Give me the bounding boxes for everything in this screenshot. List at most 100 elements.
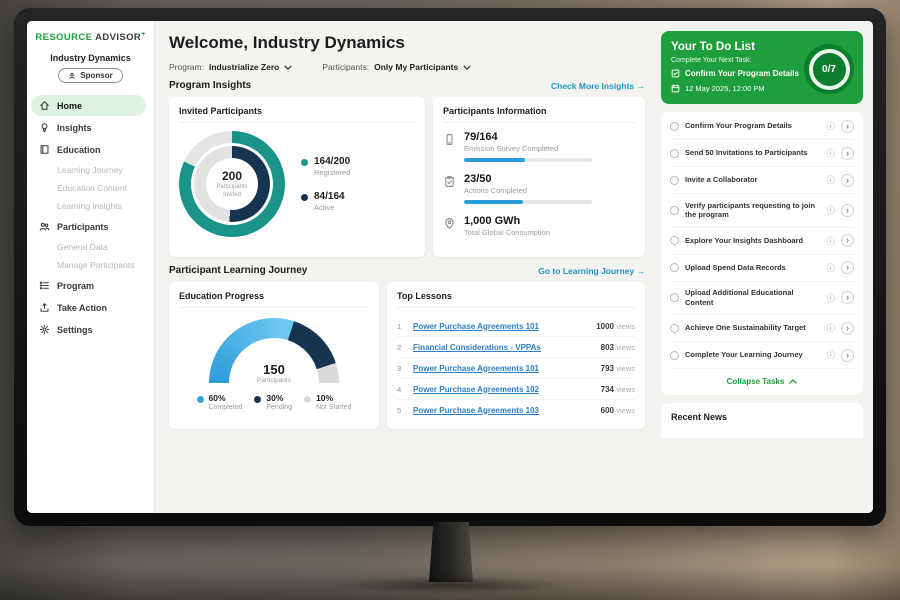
lesson-link[interactable]: Power Purchase Agreements 102 [413, 385, 593, 394]
chevron-right-icon[interactable]: › [841, 291, 854, 304]
task-checkbox[interactable] [670, 176, 679, 185]
stat-global-consumption: 1,000 GWh Total Global Consumption [443, 215, 635, 237]
task-row[interactable]: Upload Spend Data Records ⓘ › [670, 255, 854, 282]
task-checkbox[interactable] [670, 351, 679, 360]
emission-survey-progress-bar [464, 158, 592, 162]
sidebar: RESOURCE ADVISOR+ Industry Dynamics Spon… [27, 21, 155, 513]
legend-completed: 60% Completed [197, 393, 243, 411]
task-checkbox[interactable] [670, 263, 679, 272]
sidebar-item-learning-journey[interactable]: Learning Journey [27, 161, 154, 179]
legend-registered: 164/200 Registered [301, 156, 350, 177]
legend-pending: 30% Pending [254, 393, 292, 411]
actions-completed-progress-bar [464, 200, 592, 204]
sidebar-item-education[interactable]: Education [27, 139, 154, 160]
sidebar-nav: Home Insights Education Learning Journey… [27, 95, 154, 340]
education-progress-gauge-chart: 150 Participants [209, 318, 339, 384]
main-content: Welcome, Industry Dynamics Program: Indu… [155, 21, 657, 513]
sidebar-item-manage-participants[interactable]: Manage Participants [27, 256, 154, 274]
sidebar-item-take-action[interactable]: Take Action [27, 297, 154, 318]
task-checkbox[interactable] [670, 236, 679, 245]
lesson-link[interactable]: Financial Considerations - VPPAs [413, 343, 593, 352]
chevron-right-icon[interactable]: › [841, 322, 854, 335]
task-checkbox[interactable] [670, 206, 679, 215]
chevron-right-icon[interactable]: › [841, 120, 854, 133]
sidebar-item-settings[interactable]: Settings [27, 319, 154, 340]
lesson-row: 1 Power Purchase Agreements 101 1000 vie… [397, 316, 635, 337]
info-icon[interactable]: ⓘ [826, 235, 835, 247]
info-icon[interactable]: ⓘ [826, 120, 835, 132]
participants-filter-dropdown[interactable]: Participants: Only My Participants [322, 62, 471, 72]
sidebar-item-learning-insights[interactable]: Learning Insights [27, 197, 154, 215]
collapse-tasks-button[interactable]: Collapse Tasks [670, 369, 854, 394]
invited-participants-donut-chart: 200 Participants Invited [179, 131, 285, 237]
learning-journey-title: Participant Learning Journey [169, 265, 307, 276]
task-row[interactable]: Send 50 Invitations to Participants ⓘ › [670, 140, 854, 167]
info-icon[interactable]: ⓘ [826, 262, 835, 274]
lesson-link[interactable]: Power Purchase Agreements 101 [413, 322, 588, 331]
program-filter-dropdown[interactable]: Program: Industrialize Zero [169, 62, 292, 72]
task-row[interactable]: Upload Additional Educational Content ⓘ … [670, 282, 854, 316]
sidebar-item-insights[interactable]: Insights [27, 117, 154, 138]
task-row[interactable]: Invite a Collaborator ⓘ › [670, 167, 854, 194]
lesson-link[interactable]: Power Purchase Agreements 101 [413, 364, 593, 373]
sidebar-item-program[interactable]: Program [27, 275, 154, 296]
go-to-learning-journey-link[interactable]: Go to Learning Journey → [538, 266, 645, 276]
info-icon[interactable]: ⓘ [826, 349, 835, 361]
info-icon[interactable]: ⓘ [826, 174, 835, 186]
app-logo: RESOURCE ADVISOR+ [27, 31, 154, 43]
stat-actions-completed: 23/50 Actions Completed [443, 173, 635, 204]
photo-background: RESOURCE ADVISOR+ Industry Dynamics Spon… [0, 0, 900, 600]
legend-active: 84/164 Active [301, 191, 350, 212]
task-checkbox[interactable] [670, 122, 679, 131]
sidebar-item-participants[interactable]: Participants [27, 216, 154, 237]
people-icon [39, 221, 50, 232]
sidebar-item-home[interactable]: Home [31, 95, 146, 116]
sidebar-item-education-content[interactable]: Education Content [27, 179, 154, 197]
task-list-card: Confirm Your Program Details ⓘ › Send 50… [661, 112, 863, 395]
task-checkbox[interactable] [670, 324, 679, 333]
chevron-right-icon[interactable]: › [841, 261, 854, 274]
stat-emission-survey: 79/164 Emission Survey Completed [443, 131, 635, 162]
chevron-right-icon[interactable]: › [841, 349, 854, 362]
task-row[interactable]: Explore Your Insights Dashboard ⓘ › [670, 228, 854, 255]
upload-icon [39, 302, 50, 313]
info-icon[interactable]: ⓘ [826, 322, 835, 334]
task-checkbox[interactable] [670, 293, 679, 302]
info-icon[interactable]: ⓘ [826, 204, 835, 216]
checkbox-checked-icon [671, 69, 680, 78]
navy-dot-icon [254, 396, 261, 403]
book-icon [39, 144, 50, 155]
lesson-link[interactable]: Power Purchase Agreements 103 [413, 406, 593, 415]
lesson-row: 2 Financial Considerations - VPPAs 803 v… [397, 337, 635, 358]
chevron-right-icon[interactable]: › [841, 147, 854, 160]
location-pin-icon [443, 217, 456, 230]
page-title: Welcome, Industry Dynamics [169, 33, 645, 53]
task-row[interactable]: Confirm Your Program Details ⓘ › [670, 113, 854, 140]
program-insights-title: Program Insights [169, 80, 251, 91]
recent-news-title: Recent News [671, 412, 727, 422]
filter-bar: Program: Industrialize Zero Participants… [169, 62, 645, 72]
todo-summary-card: Your To Do List Complete Your Next Task:… [661, 31, 863, 104]
legend-not-started: 10% Not Started [304, 393, 351, 411]
chevron-right-icon[interactable]: › [841, 234, 854, 247]
invited-participants-card: Invited Participants 200 Participants In… [169, 97, 425, 257]
task-row[interactable]: Complete Your Learning Journey ⓘ › [670, 342, 854, 369]
chevron-right-icon[interactable]: › [841, 204, 854, 217]
todo-progress-ring: 0/7 [804, 44, 854, 94]
task-row[interactable]: Verify participants requesting to join t… [670, 194, 854, 228]
task-row[interactable]: Achieve One Sustainability Target ⓘ › [670, 315, 854, 342]
info-icon[interactable]: ⓘ [826, 292, 835, 304]
blue-dot-icon [197, 396, 204, 403]
chevron-up-icon [789, 379, 797, 384]
task-checkbox[interactable] [670, 149, 679, 158]
sidebar-item-general-data[interactable]: General Data [27, 238, 154, 256]
top-lessons-card: Top Lessons 1 Power Purchase Agreements … [387, 282, 645, 429]
lesson-row: 4 Power Purchase Agreements 102 734 view… [397, 379, 635, 400]
info-icon[interactable]: ⓘ [826, 147, 835, 159]
desk-surface [0, 566, 900, 600]
navy-dot-icon [301, 194, 308, 201]
device-icon [443, 133, 456, 146]
check-more-insights-link[interactable]: Check More Insights → [551, 81, 645, 91]
sponsor-badge[interactable]: Sponsor [58, 68, 122, 83]
chevron-right-icon[interactable]: › [841, 174, 854, 187]
